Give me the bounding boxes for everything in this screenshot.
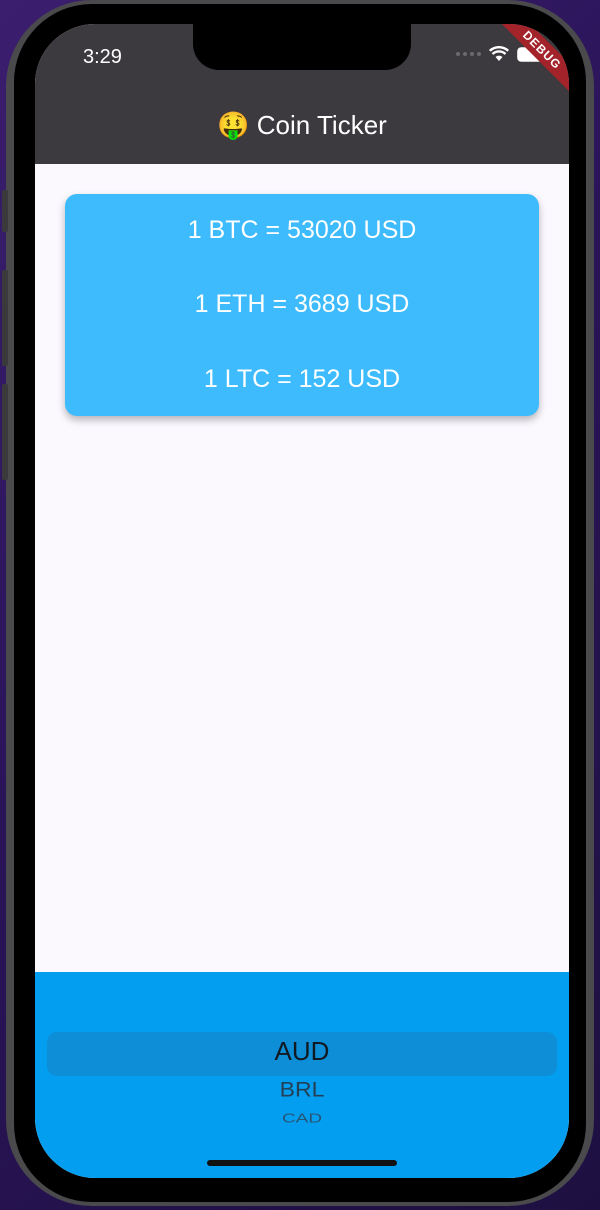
signal-icon: [456, 52, 481, 56]
status-time: 3:29: [83, 46, 122, 68]
rate-btc: 1 BTC = 53020 USD: [187, 216, 417, 244]
picker-item[interactable]: BRL: [35, 1077, 569, 1102]
picker-item[interactable]: CAD: [35, 1111, 569, 1126]
rates-card: 1 BTC = 53020 USD 1 ETH = 3689 USD 1 LTC…: [65, 194, 539, 416]
picker-item-selected[interactable]: AUD: [35, 1036, 569, 1067]
home-indicator[interactable]: [207, 1160, 397, 1166]
app-bar: 3:29 DEBUG 🤑 Coin Ticker: [35, 24, 569, 164]
page-title-text: Coin Ticker: [256, 110, 387, 140]
volume-up-button: [2, 270, 8, 366]
app-screen: 3:29 DEBUG 🤑 Coin Ticker 1 BTC = 53020 U…: [35, 24, 569, 1178]
device-notch: [193, 24, 411, 70]
currency-picker[interactable]: AUD BRL CAD: [35, 972, 569, 1178]
page-title: 🤑 Coin Ticker: [35, 110, 569, 141]
money-face-icon: 🤑: [217, 110, 250, 140]
rate-ltc: 1 LTC = 152 USD: [203, 365, 401, 393]
silent-switch: [2, 190, 8, 232]
volume-down-button: [2, 384, 8, 480]
wifi-icon: [489, 46, 509, 61]
rate-eth: 1 ETH = 3689 USD: [194, 290, 410, 318]
